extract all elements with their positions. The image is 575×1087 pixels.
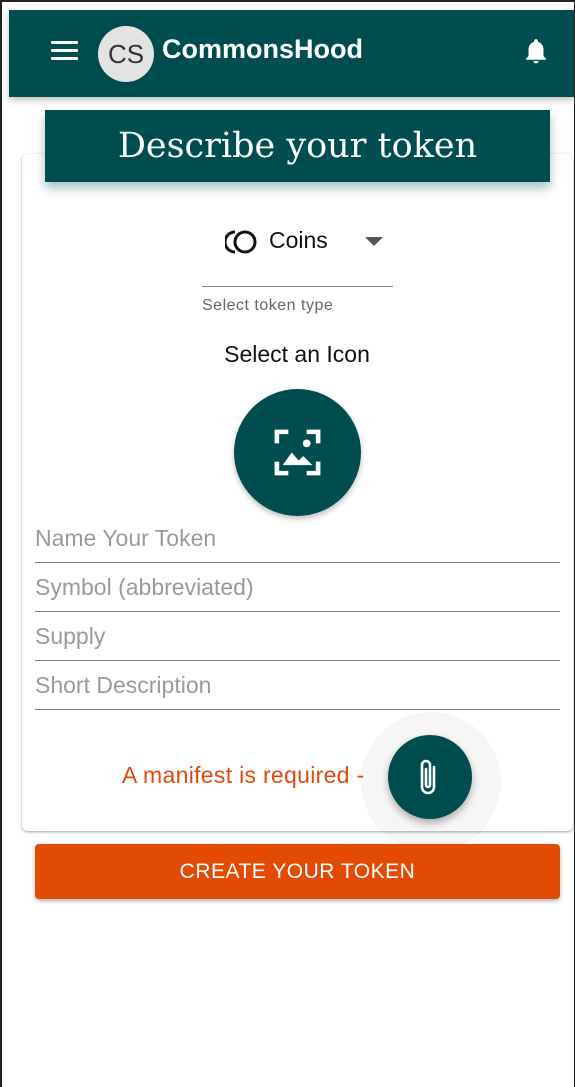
paperclip-icon [420, 759, 436, 795]
icon-picker-label: Select an Icon [224, 341, 370, 367]
app-screen: CS CommonsHood Describe your token Coins… [0, 0, 575, 1087]
token-description-input[interactable] [35, 661, 560, 710]
token-symbol-input[interactable] [35, 563, 560, 612]
coins-icon [223, 228, 261, 256]
create-token-button[interactable]: CREATE YOUR TOKEN [35, 844, 560, 899]
app-title: CommonsHood [162, 34, 363, 64]
image-icon [274, 429, 321, 476]
chevron-down-icon [365, 237, 383, 246]
menu-icon[interactable] [51, 41, 78, 61]
form-title: Describe your token [45, 110, 550, 182]
bell-icon[interactable] [521, 34, 551, 68]
manifest-required-message: A manifest is required - [122, 762, 365, 788]
token-type-helper-text: Select token type [202, 297, 334, 314]
token-type-value: Coins [269, 227, 328, 253]
avatar[interactable]: CS [98, 26, 154, 82]
token-name-input[interactable] [35, 514, 560, 563]
app-bar: CS CommonsHood [9, 10, 574, 97]
attach-manifest-button[interactable] [388, 735, 472, 819]
token-type-select[interactable]: Coins [202, 224, 393, 287]
token-supply-input[interactable] [35, 612, 560, 661]
icon-picker-button[interactable] [234, 389, 361, 516]
